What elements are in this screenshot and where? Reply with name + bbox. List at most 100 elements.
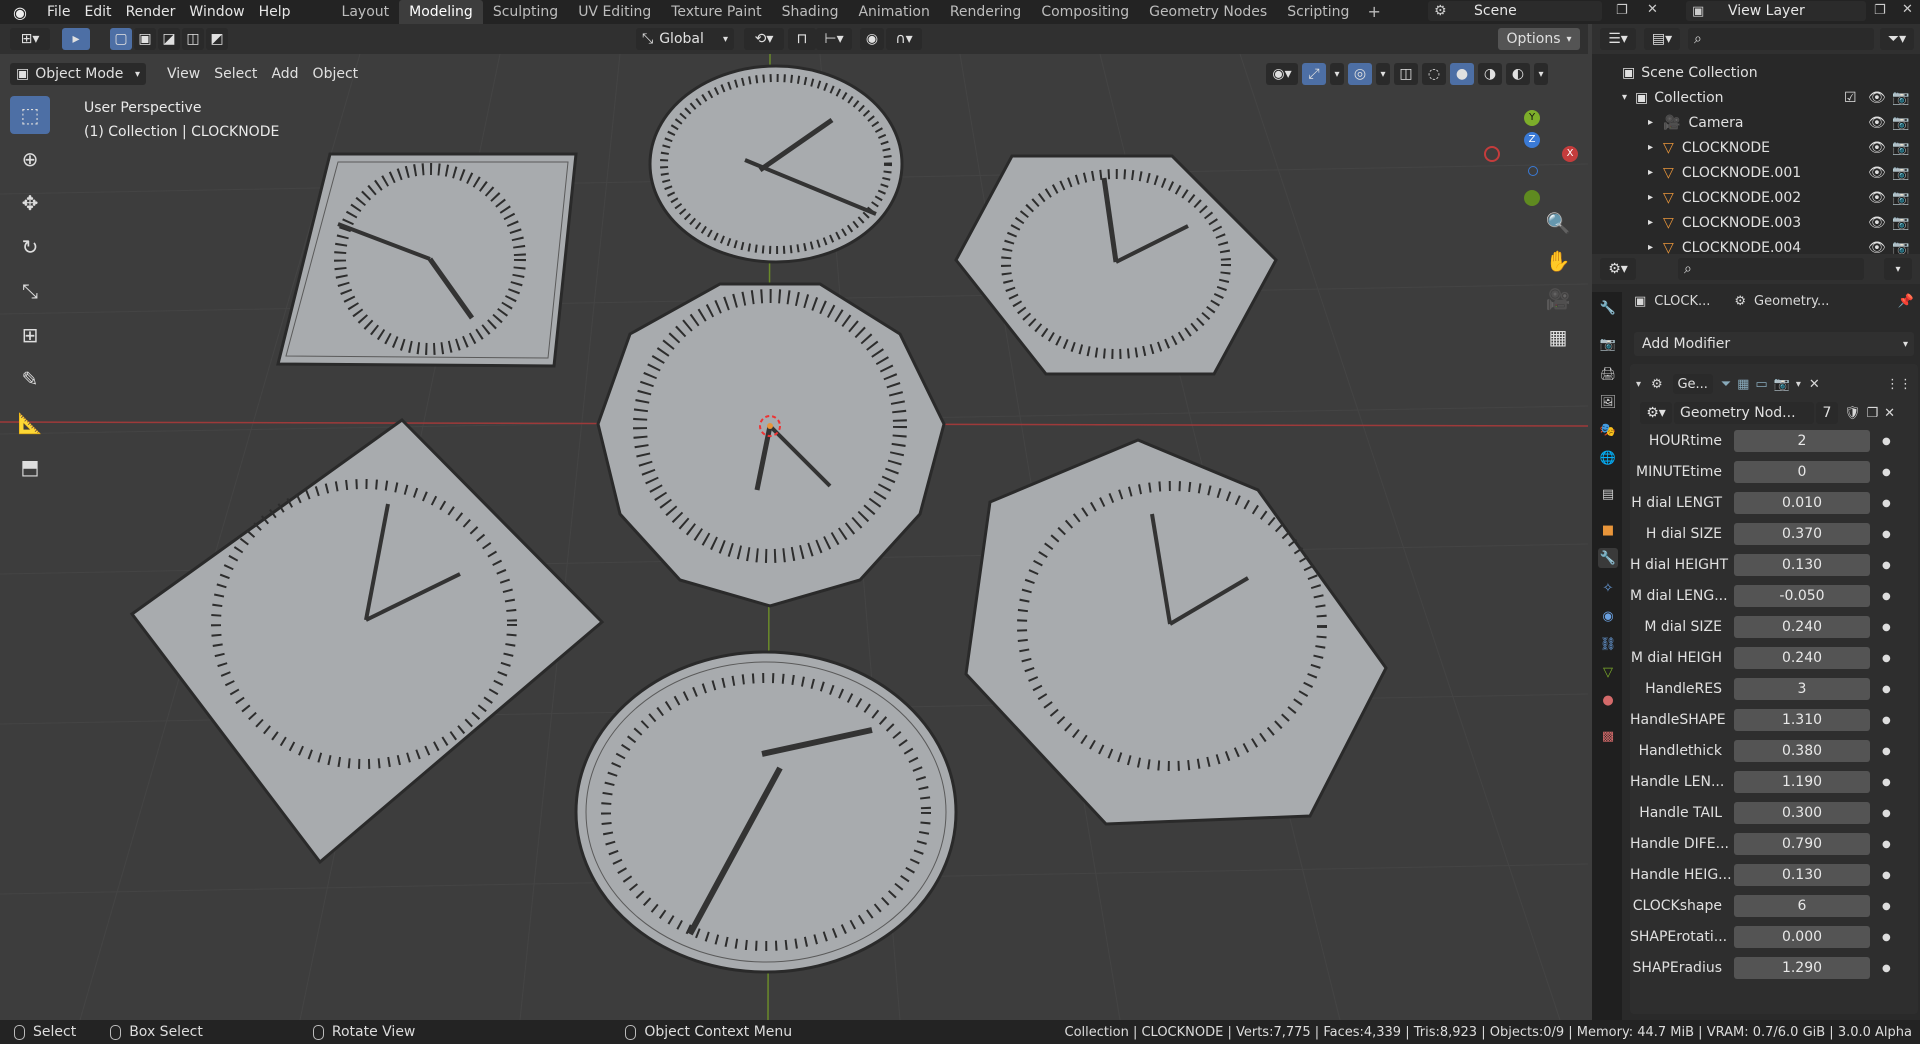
chevron-down-icon[interactable]: ▾ xyxy=(1796,379,1801,390)
chevron-down-icon[interactable]: ▾ xyxy=(1534,63,1548,85)
keyframe-dot-icon[interactable]: ● xyxy=(1882,467,1894,478)
expand-arrow-icon[interactable]: ▾ xyxy=(1622,92,1627,103)
keyframe-dot-icon[interactable]: ● xyxy=(1882,839,1894,850)
unlink-icon[interactable]: ✕ xyxy=(1884,406,1895,421)
object-tab-icon[interactable]: ■ xyxy=(1598,520,1618,540)
node-group-name-input[interactable]: Geometry Nod... xyxy=(1674,402,1814,424)
transform-orientation-dropdown[interactable]: ⤡ Global ▾ xyxy=(636,28,734,50)
properties-search-input[interactable]: ⌕ xyxy=(1678,258,1864,280)
modifier-input-field[interactable]: 0.130 xyxy=(1734,864,1870,886)
keyframe-dot-icon[interactable]: ● xyxy=(1882,715,1894,726)
mode-dropdown[interactable]: ▣ Object Mode ▾ xyxy=(10,63,146,85)
rendered-shading-icon[interactable]: ◐ xyxy=(1506,63,1530,85)
fake-user-icon[interactable]: 🛡 xyxy=(1844,406,1861,421)
tab-animation[interactable]: Animation xyxy=(848,0,939,24)
overlay-toggle-icon[interactable]: ◎ xyxy=(1348,63,1372,85)
eye-icon[interactable]: 👁 xyxy=(1868,165,1886,181)
keyframe-dot-icon[interactable]: ● xyxy=(1882,746,1894,757)
camera-view-icon[interactable]: 🎥 xyxy=(1542,280,1574,318)
measure-icon[interactable]: 📐 xyxy=(10,404,50,442)
neg-z-axis-icon[interactable] xyxy=(1528,166,1538,176)
duplicate-icon[interactable]: ❐ xyxy=(1867,406,1879,421)
select-invert-icon[interactable]: ◫ xyxy=(182,28,204,50)
pin-icon[interactable]: 📌 xyxy=(1898,294,1914,309)
clock-object[interactable] xyxy=(648,64,904,264)
physics-tab-icon[interactable]: ◉ xyxy=(1598,606,1618,626)
modifier-name-input[interactable]: Ge... xyxy=(1672,374,1713,394)
editor-type-icon[interactable]: ⊞▾ xyxy=(10,28,50,50)
delete-view-layer-icon[interactable]: ✕ xyxy=(1902,2,1913,17)
keyframe-dot-icon[interactable]: ● xyxy=(1882,436,1894,447)
modifier-input-field[interactable]: 1.310 xyxy=(1734,709,1870,731)
tab-compositing[interactable]: Compositing xyxy=(1031,0,1139,24)
modifier-input-field[interactable]: 0.240 xyxy=(1734,616,1870,638)
cage-icon[interactable]: ▦ xyxy=(1737,377,1749,392)
keyframe-dot-icon[interactable]: ● xyxy=(1882,591,1894,602)
keyframe-dot-icon[interactable]: ● xyxy=(1882,870,1894,881)
tab-sculpting[interactable]: Sculpting xyxy=(483,0,568,24)
tab-texture-paint[interactable]: Texture Paint xyxy=(661,0,771,24)
wireframe-shading-icon[interactable]: ◌ xyxy=(1422,63,1446,85)
node-group-browse-icon[interactable]: ⚙▾ xyxy=(1640,402,1672,424)
keyframe-dot-icon[interactable]: ● xyxy=(1882,622,1894,633)
keyframe-dot-icon[interactable]: ● xyxy=(1882,653,1894,664)
keyframe-dot-icon[interactable]: ● xyxy=(1882,777,1894,788)
chevron-down-icon[interactable]: ▾ xyxy=(1376,63,1390,85)
new-scene-icon[interactable]: ❐ xyxy=(1616,3,1628,18)
material-shading-icon[interactable]: ◑ xyxy=(1478,63,1502,85)
blender-logo-icon[interactable]: ◉ xyxy=(0,0,40,24)
outliner-item[interactable]: ▸ 🎥 Camera 👁 📷 xyxy=(1592,110,1920,135)
keyframe-dot-icon[interactable]: ● xyxy=(1882,560,1894,571)
modifier-input-field[interactable]: -0.050 xyxy=(1734,585,1870,607)
modifier-tab-icon[interactable]: 🔧 xyxy=(1598,548,1618,568)
keyframe-dot-icon[interactable]: ● xyxy=(1882,684,1894,695)
keyframe-dot-icon[interactable]: ● xyxy=(1882,963,1894,974)
menu-view[interactable]: View xyxy=(160,66,207,82)
rotate-icon[interactable]: ↻ xyxy=(10,228,50,266)
tab-rendering[interactable]: Rendering xyxy=(940,0,1032,24)
snap-toggle-icon[interactable]: ⊓ xyxy=(788,28,816,50)
keyframe-dot-icon[interactable]: ● xyxy=(1882,808,1894,819)
snap-target-icon[interactable]: ⊢▾ xyxy=(816,28,852,50)
z-axis-icon[interactable]: Z xyxy=(1524,132,1540,148)
neg-x-axis-icon[interactable] xyxy=(1484,146,1500,162)
collapse-arrow-icon[interactable]: ▾ xyxy=(1636,379,1641,390)
move-icon[interactable]: ✥ xyxy=(10,184,50,222)
clock-object[interactable] xyxy=(574,650,958,974)
add-cube-icon[interactable]: ⬒ xyxy=(10,448,50,486)
gizmo-toggle-icon[interactable]: ⤢ xyxy=(1302,63,1326,85)
menu-window[interactable]: Window xyxy=(182,0,251,24)
filter-icon[interactable]: ⏷▾ xyxy=(1880,28,1914,50)
pan-hand-icon[interactable]: ✋ xyxy=(1542,242,1574,280)
chevron-down-icon[interactable]: ▾ xyxy=(1330,63,1344,85)
visibility-icon[interactable]: ◉▾ xyxy=(1266,63,1298,85)
add-workspace-icon[interactable]: + xyxy=(1359,0,1388,24)
perspective-toggle-icon[interactable]: ▦ xyxy=(1542,318,1574,356)
pivot-point-icon[interactable]: ⟲▾ xyxy=(744,28,784,50)
modifier-input-field[interactable]: 0 xyxy=(1734,461,1870,483)
expand-arrow-icon[interactable]: ▸ xyxy=(1648,117,1653,128)
scene-tab-icon[interactable]: 🎭 xyxy=(1598,420,1618,440)
outliner-search-input[interactable]: ⌕ xyxy=(1688,28,1874,50)
scale-icon[interactable]: ⤡ xyxy=(10,272,50,310)
select-intersect-icon[interactable]: ◩ xyxy=(206,28,228,50)
tab-scripting[interactable]: Scripting xyxy=(1277,0,1359,24)
3d-viewport[interactable]: User Perspective (1) Collection | CLOCKN… xyxy=(0,54,1588,1020)
tab-shading[interactable]: Shading xyxy=(772,0,849,24)
select-box-icon[interactable]: ⬚ xyxy=(10,96,50,134)
menu-edit[interactable]: Edit xyxy=(77,0,118,24)
add-modifier-dropdown[interactable]: Add Modifier ▾ xyxy=(1634,332,1914,356)
xray-icon[interactable]: ◫ xyxy=(1394,63,1418,85)
node-users-count[interactable]: 7 xyxy=(1816,402,1838,424)
eye-icon[interactable]: 👁 xyxy=(1868,190,1886,206)
chevron-down-icon[interactable]: ▾ xyxy=(1884,258,1912,280)
properties-editor-icon[interactable]: ⚙▾ xyxy=(1600,258,1636,280)
menu-help[interactable]: Help xyxy=(252,0,298,24)
x-axis-icon[interactable]: X xyxy=(1562,146,1578,162)
collection-tab-icon[interactable]: ▤ xyxy=(1598,484,1618,504)
modifier-input-field[interactable]: 0.000 xyxy=(1734,926,1870,948)
exclude-checkbox-icon[interactable]: ☑ xyxy=(1844,90,1857,106)
keyframe-dot-icon[interactable]: ● xyxy=(1882,529,1894,540)
modifier-input-field[interactable]: 6 xyxy=(1734,895,1870,917)
modifier-input-field[interactable]: 0.380 xyxy=(1734,740,1870,762)
